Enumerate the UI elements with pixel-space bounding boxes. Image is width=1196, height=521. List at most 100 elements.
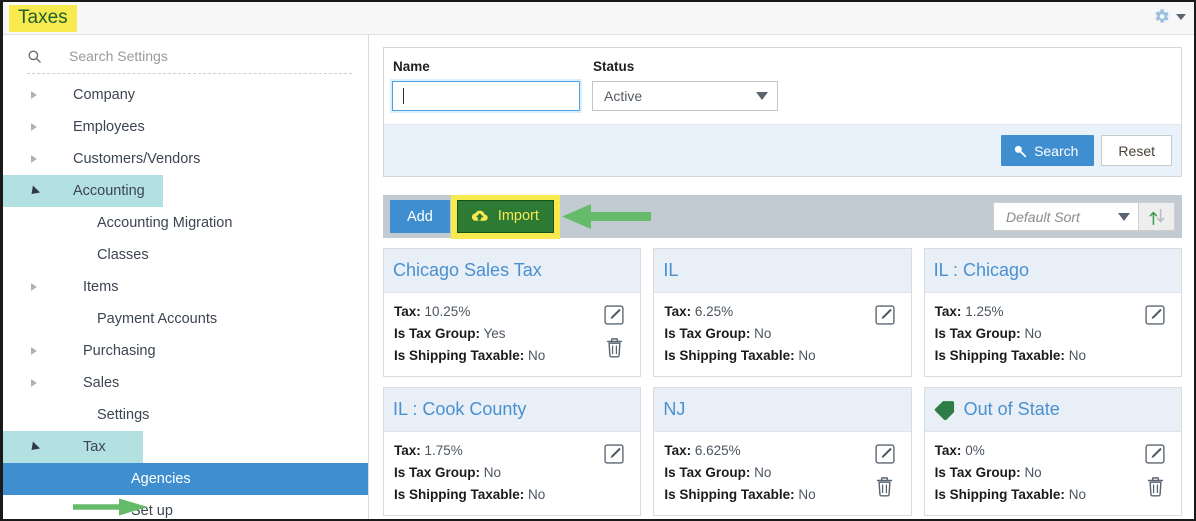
chevron-down-icon[interactable]: [27, 440, 41, 454]
chevron-right-icon[interactable]: [27, 283, 41, 291]
edit-pencil-icon[interactable]: [604, 305, 624, 325]
trash-icon[interactable]: [1146, 476, 1165, 497]
gear-icon[interactable]: [1152, 7, 1171, 26]
agency-card-header: Chicago Sales Tax: [384, 249, 641, 293]
edit-pencil-icon[interactable]: [1145, 444, 1165, 464]
agency-card: IL : Chicago Tax: 1.25% Is Tax Group: No Is…: [923, 248, 1182, 377]
sidebar-divider: [27, 73, 352, 74]
is-shipping-taxable-row: Is Shipping Taxable: No: [935, 345, 1135, 367]
chevron-right-icon[interactable]: [27, 91, 41, 99]
status-select[interactable]: Active: [592, 81, 778, 111]
tax-rate-row: Tax: 0%: [935, 440, 1135, 462]
reset-button[interactable]: Reset: [1101, 135, 1172, 166]
is-tax-group-row-label: Is Tax Group:: [934, 465, 1021, 480]
import-button[interactable]: Import: [456, 199, 554, 233]
settings-window: Taxes Search Settings Company Employees …: [0, 0, 1196, 521]
sidebar-item-agencies[interactable]: Agencies: [3, 463, 368, 495]
trash-icon[interactable]: [605, 337, 624, 358]
is-shipping-taxable-row: Is Shipping Taxable: No: [394, 345, 594, 367]
is-tax-group-row: Is Tax Group: No: [394, 462, 594, 484]
is-tax-group-row-label: Is Tax Group:: [664, 326, 751, 341]
search-icon: [27, 49, 47, 64]
trash-icon[interactable]: [875, 476, 894, 497]
sort-direction-toggle[interactable]: [1139, 202, 1175, 231]
is-shipping-taxable-row-value: No: [528, 487, 546, 502]
sidebar-item-settings[interactable]: Settings: [3, 399, 368, 431]
is-shipping-taxable-row-value: No: [1068, 348, 1086, 363]
sidebar-item-label: Employees: [73, 119, 145, 135]
sidebar-item-label: Company: [73, 87, 136, 103]
agency-card-title[interactable]: NJ: [663, 399, 685, 420]
is-tax-group-row-value: No: [1024, 465, 1042, 480]
agency-card-actions: [1135, 301, 1175, 367]
agency-card-body: Tax: 6.25% Is Tax Group: No Is Shipping Ta…: [654, 293, 910, 376]
title-bar: Taxes: [3, 2, 1194, 35]
status-selected-value: Active: [604, 88, 643, 104]
chevron-right-icon[interactable]: [27, 379, 41, 387]
chevron-down-icon[interactable]: [1176, 13, 1186, 20]
is-tax-group-row-value: Yes: [483, 326, 506, 341]
edit-pencil-icon[interactable]: [1145, 305, 1165, 325]
is-tax-group-row-value: No: [483, 465, 502, 480]
tax-rate-row-value: 0%: [965, 443, 985, 458]
chevron-right-icon[interactable]: [27, 123, 41, 131]
edit-pencil-icon[interactable]: [604, 444, 624, 464]
search-button[interactable]: Search: [1001, 135, 1095, 166]
chevron-right-icon[interactable]: [27, 347, 41, 355]
name-input[interactable]: [390, 79, 582, 113]
sidebar-item-employees[interactable]: Employees: [3, 111, 368, 143]
agency-card-title[interactable]: IL : Chicago: [934, 260, 1029, 281]
search-settings-input[interactable]: Search Settings: [3, 39, 368, 73]
sidebar-item-accounting-migration[interactable]: Accounting Migration: [3, 207, 368, 239]
agency-card-header: Out of State: [924, 388, 1181, 432]
sidebar-item-purchasing[interactable]: Purchasing: [3, 335, 368, 367]
tax-rate-row: Tax: 1.25%: [935, 301, 1135, 323]
add-button[interactable]: Add: [390, 200, 450, 233]
agency-search-panel: Name Status Active Search Reset: [383, 47, 1182, 177]
agency-card-body: Tax: 1.25% Is Tax Group: No Is Shipping Ta…: [925, 293, 1181, 376]
reset-button-label: Reset: [1118, 142, 1155, 159]
agency-card-title[interactable]: Chicago Sales Tax: [393, 260, 542, 281]
is-tax-group-row-value: No: [754, 465, 772, 480]
edit-pencil-icon[interactable]: [875, 305, 895, 325]
agency-card-body: Tax: 0% Is Tax Group: No Is Shipping Taxab…: [925, 432, 1181, 515]
agency-card-title[interactable]: Out of State: [964, 399, 1060, 420]
sidebar-item-payment-accounts[interactable]: Payment Accounts: [3, 303, 368, 335]
sort-updown-icon: [1149, 208, 1164, 225]
is-tax-group-row: Is Tax Group: No: [664, 323, 864, 345]
agency-card-title[interactable]: IL: [663, 260, 678, 281]
sidebar-item-sales[interactable]: Sales: [3, 367, 368, 399]
agency-card-header: IL : Cook County: [384, 388, 641, 432]
tax-rate-row-label: Tax:: [394, 443, 421, 458]
sidebar-item-classes[interactable]: Classes: [3, 239, 368, 271]
settings-menu-button[interactable]: [1152, 7, 1186, 26]
agency-card-title[interactable]: IL : Cook County: [393, 399, 526, 420]
sidebar-item-tax[interactable]: Tax: [3, 431, 143, 463]
tax-rate-row-value: 6.25%: [694, 304, 734, 319]
sidebar-item-items[interactable]: Items: [3, 271, 368, 303]
agency-card-body: Tax: 6.625% Is Tax Group: No Is Shipping T…: [654, 432, 910, 515]
sidebar-item-customers-vendors[interactable]: Customers/Vendors: [3, 143, 368, 175]
chevron-right-icon[interactable]: [27, 155, 41, 163]
page-title: Taxes: [9, 5, 77, 32]
edit-pencil-icon[interactable]: [875, 444, 895, 464]
add-button-label: Add: [407, 208, 433, 225]
sidebar-item-set-up[interactable]: Set up: [3, 495, 368, 521]
text-cursor: [403, 88, 404, 104]
agency-card-fields: Tax: 1.25% Is Tax Group: No Is Shipping Ta…: [935, 301, 1135, 367]
is-shipping-taxable-row-label: Is Shipping Taxable:: [394, 348, 525, 363]
sort-select[interactable]: Default Sort: [993, 202, 1139, 231]
agency-card: IL : Cook County Tax: 1.75% Is Tax Group: …: [383, 387, 642, 516]
agency-card-fields: Tax: 6.25% Is Tax Group: No Is Shipping Ta…: [664, 301, 864, 367]
sidebar-item-label: Purchasing: [83, 343, 156, 359]
is-shipping-taxable-row-value: No: [798, 348, 816, 363]
sidebar-item-accounting[interactable]: Accounting: [3, 175, 163, 207]
sidebar-item-company[interactable]: Company: [3, 79, 368, 111]
agency-card-actions: [1135, 440, 1175, 506]
agency-card: Out of State Tax: 0% Is Tax Group: No Is Sh…: [923, 387, 1182, 516]
chevron-down-icon[interactable]: [27, 184, 41, 198]
tax-rate-row-label: Tax:: [664, 443, 692, 458]
sidebar-item-label: Items: [83, 279, 119, 295]
is-shipping-taxable-row-label: Is Shipping Taxable:: [664, 487, 795, 502]
tax-rate-row-label: Tax:: [664, 304, 692, 319]
